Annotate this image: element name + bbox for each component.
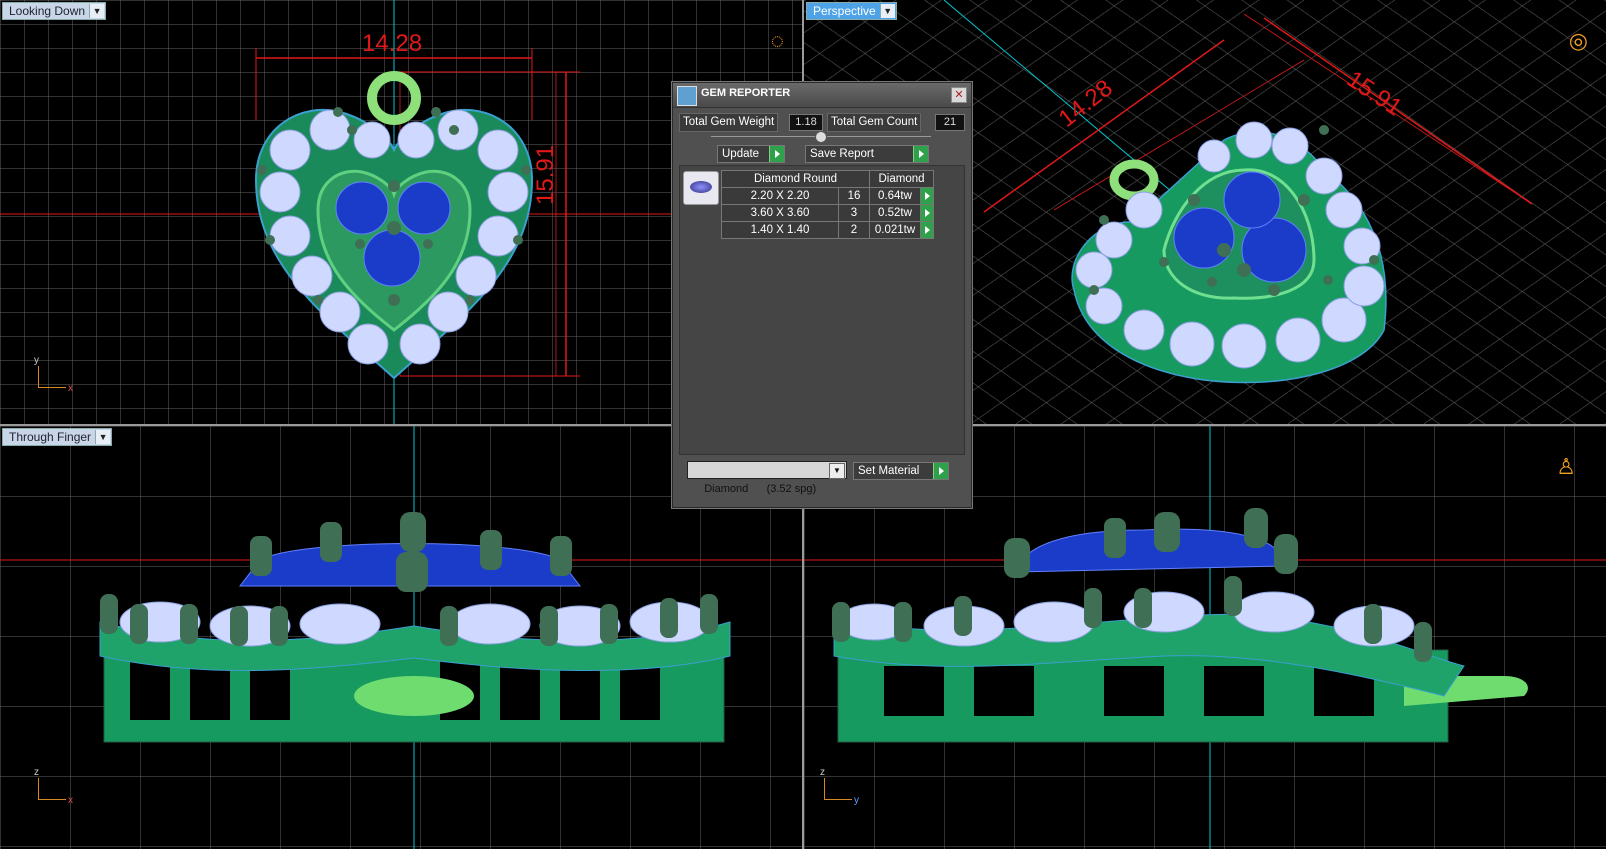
play-arrow-icon bbox=[769, 146, 784, 162]
dimension-height-label: 15.91 bbox=[532, 144, 559, 205]
row-select-arrow-icon[interactable] bbox=[920, 204, 934, 222]
gem-weight: 0.64tw bbox=[869, 187, 921, 205]
ring-orientation-icon[interactable]: ◌ bbox=[771, 28, 784, 54]
total-gem-weight-label: Total Gem Weight bbox=[679, 113, 779, 132]
gem-size: 2.20 X 2.20 bbox=[721, 187, 839, 205]
total-gem-count-label: Total Gem Count bbox=[827, 113, 922, 132]
gem-weight: 0.021tw bbox=[869, 221, 921, 239]
total-gem-count-value: 21 bbox=[935, 114, 965, 131]
diamond-round-thumbnail[interactable] bbox=[683, 171, 719, 205]
header-shape: Diamond Round bbox=[721, 170, 870, 188]
gem-size: 3.60 X 3.60 bbox=[721, 204, 839, 222]
slider-knob[interactable] bbox=[815, 131, 827, 143]
table-row[interactable]: 2.20 X 2.20 16 0.64tw bbox=[721, 187, 934, 205]
ring-orientation-icon[interactable]: ◎ bbox=[1569, 28, 1588, 54]
row-select-arrow-icon[interactable] bbox=[920, 221, 934, 239]
row-select-arrow-icon[interactable] bbox=[920, 187, 934, 205]
header-material: Diamond bbox=[869, 170, 934, 188]
save-report-button[interactable]: Save Report bbox=[805, 145, 929, 163]
gem-weight: 0.52tw bbox=[869, 204, 921, 222]
chevron-down-icon[interactable]: ▼ bbox=[829, 463, 845, 479]
gem-count: 3 bbox=[838, 204, 870, 222]
update-button[interactable]: Update bbox=[717, 145, 785, 163]
play-arrow-icon bbox=[913, 146, 928, 162]
gem-count: 2 bbox=[838, 221, 870, 239]
close-icon[interactable]: ✕ bbox=[951, 87, 967, 103]
gem-table-header: Diamond Round Diamond bbox=[721, 170, 934, 188]
axis-indicator: y x bbox=[34, 355, 73, 394]
material-select[interactable]: Diamond (3.52 spg) ▼ bbox=[687, 461, 847, 495]
axis-indicator: z y bbox=[820, 767, 859, 806]
size-slider[interactable] bbox=[711, 131, 931, 143]
axis-indicator: z x bbox=[34, 767, 73, 806]
total-gem-weight-value: 1.18 bbox=[789, 114, 823, 131]
gem-table: Diamond Round Diamond 2.20 X 2.20 16 0.6… bbox=[721, 170, 934, 239]
table-row[interactable]: 1.40 X 1.40 2 0.021tw bbox=[721, 221, 934, 239]
play-arrow-icon bbox=[933, 463, 948, 479]
bail-orientation-icon[interactable]: ♙ bbox=[1556, 454, 1576, 480]
gem-size: 1.40 X 1.40 bbox=[721, 221, 839, 239]
gem-reporter-panel: GEM REPORTER ✕ Total Gem Weight 1.18 Tot… bbox=[672, 82, 972, 508]
table-row[interactable]: 3.60 X 3.60 3 0.52tw bbox=[721, 204, 934, 222]
gem-reporter-title: GEM REPORTER bbox=[701, 87, 791, 99]
dimension-width-label: 14.28 bbox=[362, 30, 423, 57]
gem-reporter-icon bbox=[677, 86, 697, 106]
set-material-button[interactable]: Set Material bbox=[853, 462, 949, 480]
gem-icon bbox=[690, 181, 712, 193]
gem-reporter-titlebar[interactable]: GEM REPORTER ✕ bbox=[673, 83, 971, 108]
gem-count: 16 bbox=[838, 187, 870, 205]
